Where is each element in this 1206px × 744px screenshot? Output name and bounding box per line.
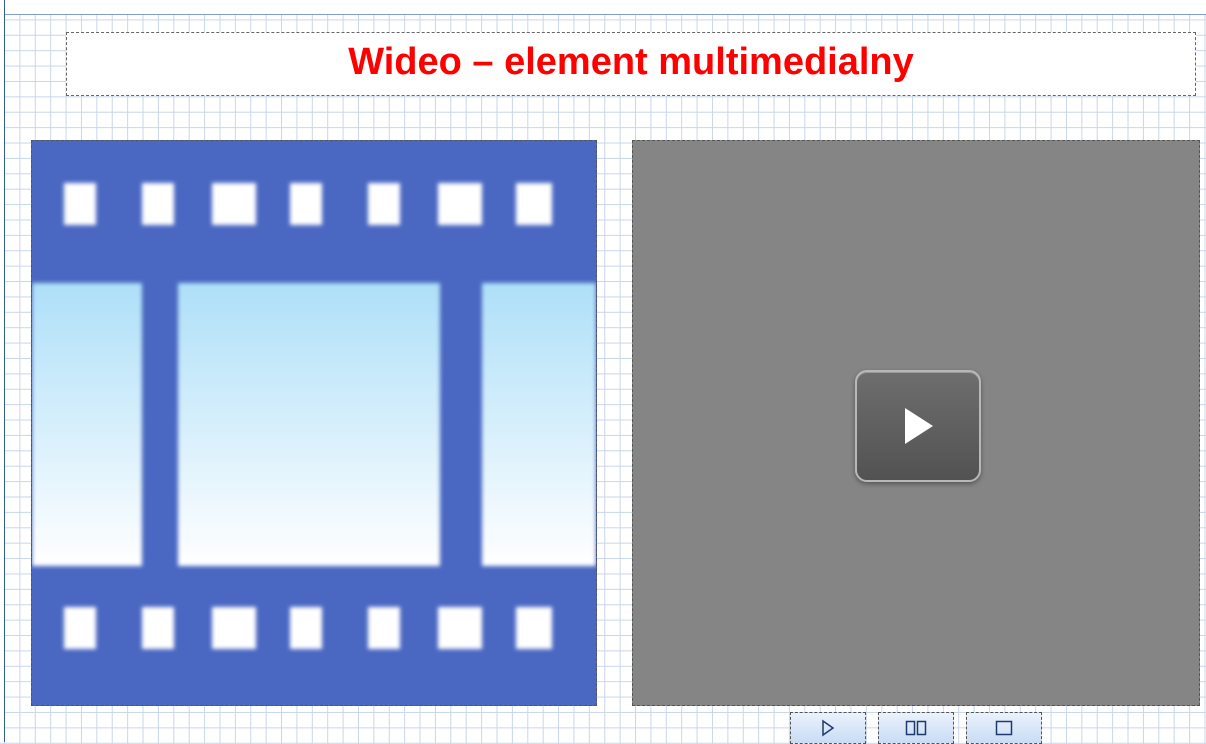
title-textbox[interactable]: Wideo – element multimedialny — [66, 32, 1196, 96]
pause-control-button[interactable] — [878, 712, 954, 744]
editor-left-edge — [0, 0, 5, 742]
play-icon — [905, 408, 933, 444]
editor-top-edge — [0, 0, 1206, 15]
video-player[interactable] — [632, 140, 1200, 706]
film-strip-image[interactable] — [31, 140, 597, 706]
stop-outline-icon — [995, 720, 1013, 736]
page-title: Wideo – element multimedialny — [348, 40, 914, 83]
play-control-button[interactable] — [790, 712, 866, 744]
film-strip-icon — [32, 141, 596, 705]
video-play-button[interactable] — [855, 370, 981, 482]
stop-control-button[interactable] — [966, 712, 1042, 744]
play-outline-icon — [822, 719, 835, 737]
pause-outline-icon — [905, 720, 927, 736]
